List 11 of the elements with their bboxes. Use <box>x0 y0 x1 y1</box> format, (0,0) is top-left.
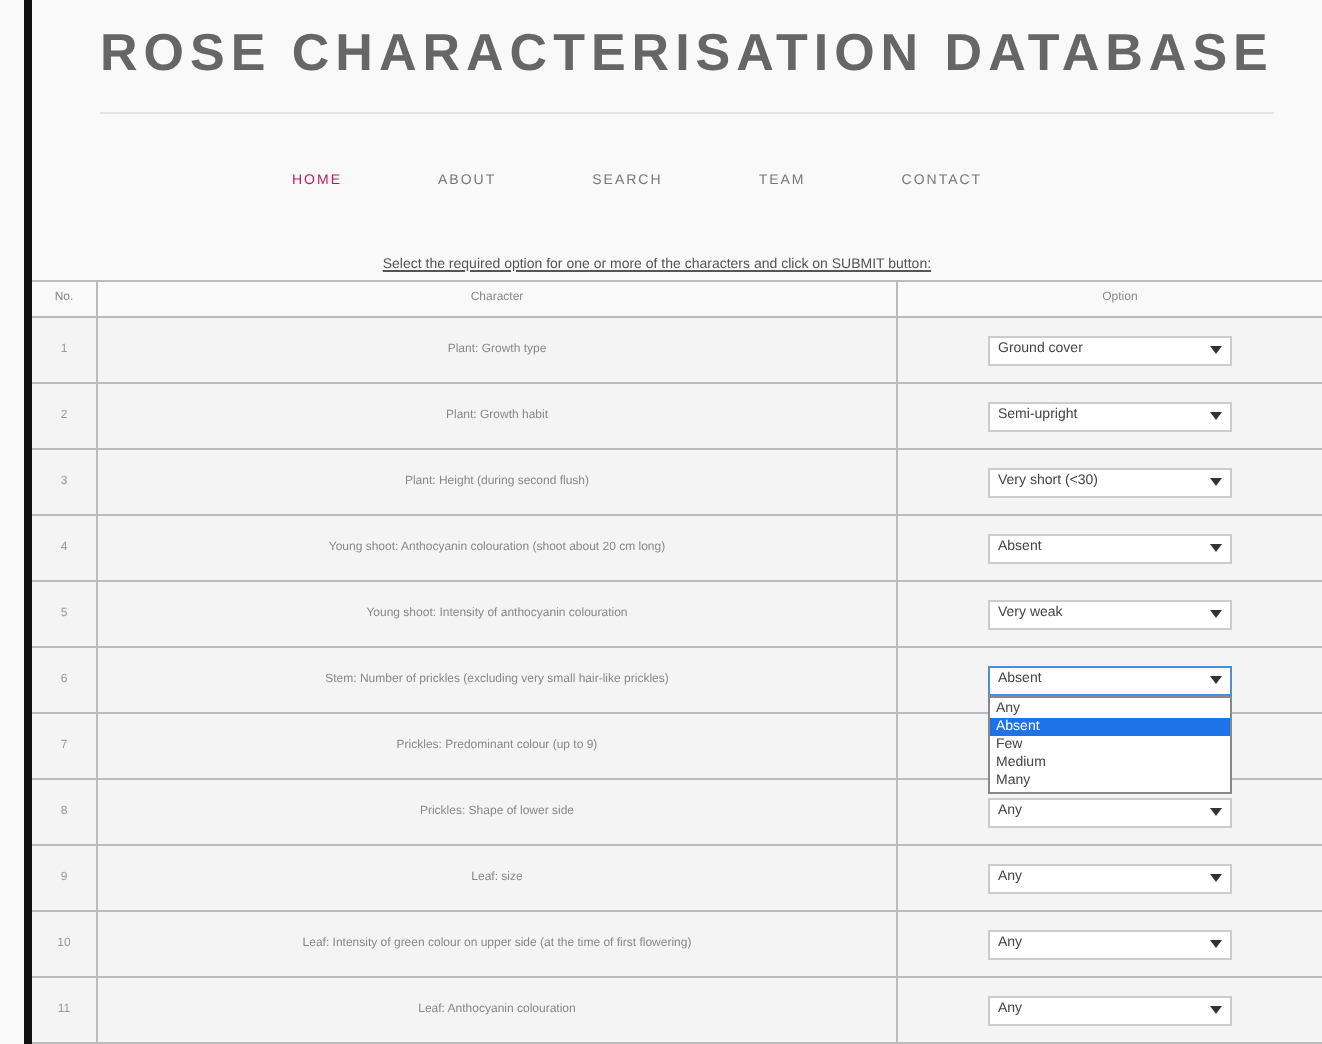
caret-icon <box>1210 412 1222 420</box>
caret-icon <box>1210 808 1222 816</box>
caret-icon <box>1210 676 1222 684</box>
site-title: ROSE CHARACTERISATION DATABASE <box>100 20 1274 84</box>
caret-icon <box>1210 874 1222 882</box>
caret-icon <box>1210 940 1222 948</box>
caret-icon <box>1210 1006 1222 1014</box>
caret-icon <box>1210 544 1222 552</box>
caret-icon <box>1210 346 1222 354</box>
caret-icon <box>1210 610 1222 618</box>
caret-icon <box>1210 478 1222 486</box>
